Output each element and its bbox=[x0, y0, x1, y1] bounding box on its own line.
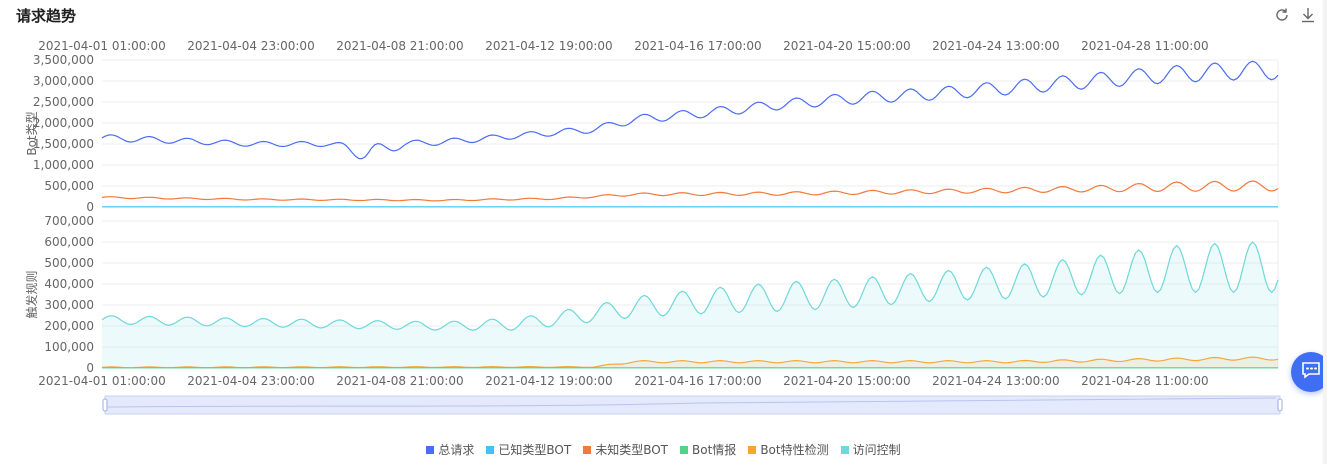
legend-swatch bbox=[680, 445, 689, 454]
y-tick-label: 100,000 bbox=[44, 340, 94, 354]
x-tick-label: 2021-04-04 23:00:00 bbox=[187, 39, 314, 53]
y-tick-label: 300,000 bbox=[44, 298, 94, 312]
x-tick-label: 2021-04-24 13:00:00 bbox=[932, 374, 1059, 388]
y-tick-label: 0 bbox=[86, 361, 94, 375]
legend-item[interactable]: 总请求 bbox=[426, 441, 474, 458]
y-axis-title: Bot类型 bbox=[25, 111, 39, 155]
trend-chart: 3,500,000 3,000,000 2,500,000 2,000,000 1,50… bbox=[24, 39, 1283, 415]
legend-swatch bbox=[426, 445, 435, 454]
y-tick-label: 2,000,000 bbox=[33, 116, 94, 130]
y-tick-label: 0 bbox=[86, 200, 94, 214]
x-tick-label: 2021-04-12 19:00:00 bbox=[485, 39, 612, 53]
legend-swatch bbox=[748, 445, 757, 454]
x-tick-label: 2021-04-20 15:00:00 bbox=[783, 374, 910, 388]
x-tick-label: 2021-04-24 13:00:00 bbox=[932, 39, 1059, 53]
legend-label: 访问控制 bbox=[852, 443, 901, 457]
legend-item[interactable]: Bot特性检测 bbox=[748, 441, 829, 458]
y-tick-label: 600,000 bbox=[44, 235, 94, 249]
x-tick-label: 2021-04-08 21:00:00 bbox=[336, 39, 463, 53]
series-line bbox=[101, 180, 1279, 202]
x-tick-label: 2021-04-28 11:00:00 bbox=[1081, 374, 1208, 388]
y-tick-label: 400,000 bbox=[44, 277, 94, 291]
x-tick-label: 2021-04-28 11:00:00 bbox=[1081, 39, 1208, 53]
y-tick-label: 3,000,000 bbox=[33, 74, 94, 88]
zoom-handle-right bbox=[1277, 398, 1283, 412]
legend-item[interactable]: 已知类型BOT bbox=[486, 441, 571, 458]
legend-label: Bot特性检测 bbox=[760, 443, 829, 457]
legend-swatch bbox=[840, 445, 849, 454]
legend-item[interactable]: Bot情报 bbox=[680, 441, 736, 458]
x-tick-label: 2021-04-20 15:00:00 bbox=[783, 39, 910, 53]
zoom-slider-track bbox=[104, 395, 1281, 415]
legend-swatch bbox=[583, 445, 592, 454]
y-tick-label: 2,500,000 bbox=[33, 95, 94, 109]
zoom-handle-left bbox=[102, 398, 108, 412]
legend-label: 总请求 bbox=[438, 443, 475, 457]
x-tick-label: 2021-04-01 01:00:00 bbox=[38, 374, 165, 388]
chart-legend: 总请求 已知类型BOT 未知类型BOT Bot情报 Bot特性检测 访问控制 bbox=[0, 441, 1327, 458]
y-tick-label: 500,000 bbox=[44, 256, 94, 270]
chat-button[interactable] bbox=[1291, 352, 1327, 392]
legend-label: Bot情报 bbox=[692, 443, 737, 457]
x-tick-label: 2021-04-16 17:00:00 bbox=[634, 374, 761, 388]
legend-item[interactable]: 未知类型BOT bbox=[583, 441, 668, 458]
y-axis-title: 触发规则 bbox=[24, 270, 39, 318]
y-tick-label: 200,000 bbox=[44, 319, 94, 333]
scroll-edge bbox=[1323, 0, 1327, 464]
legend-item[interactable]: 访问控制 bbox=[840, 441, 901, 458]
x-tick-label: 2021-04-12 19:00:00 bbox=[485, 374, 612, 388]
legend-swatch bbox=[486, 445, 495, 454]
y-tick-label: 500,000 bbox=[44, 179, 94, 193]
x-tick-label: 2021-04-04 23:00:00 bbox=[187, 374, 314, 388]
x-tick-label: 2021-04-01 01:00:00 bbox=[38, 39, 165, 53]
x-tick-label: 2021-04-16 17:00:00 bbox=[634, 39, 761, 53]
legend-label: 已知类型BOT bbox=[498, 443, 572, 457]
y-tick-label: 1,500,000 bbox=[33, 137, 94, 151]
y-tick-label: 1,000,000 bbox=[33, 158, 94, 172]
y-tick-label: 3,500,000 bbox=[33, 53, 94, 67]
x-tick-label: 2021-04-08 21:00:00 bbox=[336, 374, 463, 388]
chat-icon bbox=[1301, 361, 1321, 383]
y-tick-label: 700,000 bbox=[44, 214, 94, 228]
legend-label: 未知类型BOT bbox=[595, 443, 669, 457]
